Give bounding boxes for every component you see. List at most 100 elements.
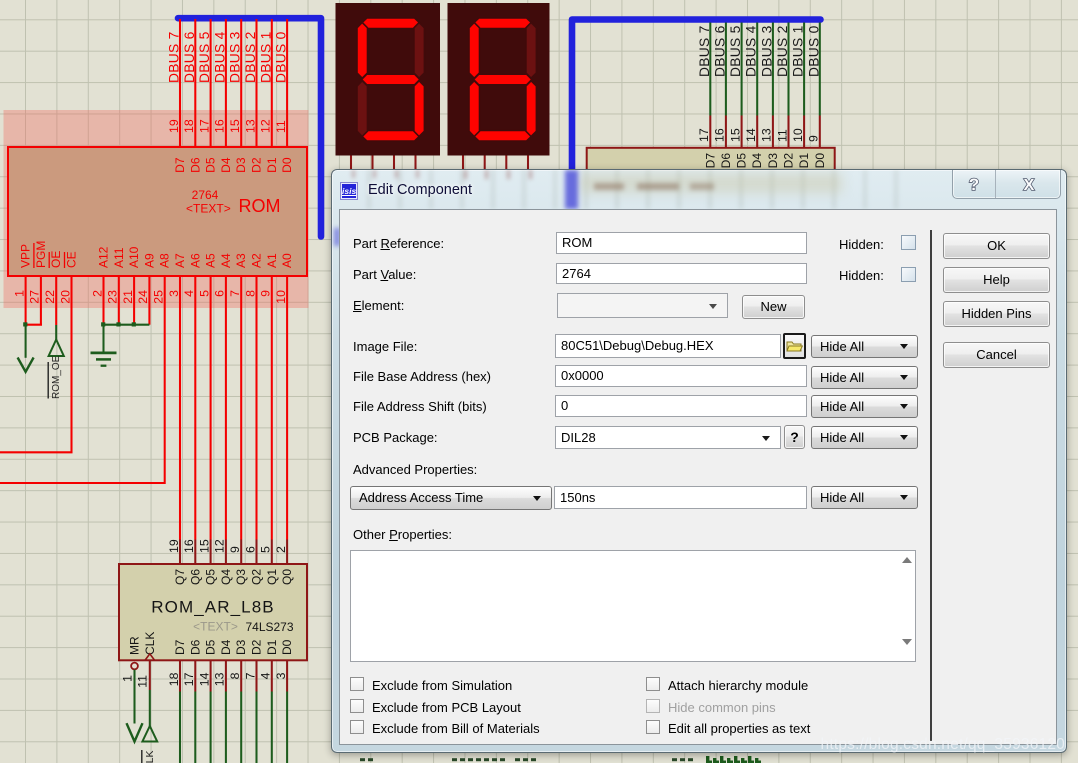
svg-text:16: 16 <box>213 119 227 133</box>
svg-text:DBUS 4: DBUS 4 <box>744 25 759 77</box>
svg-text:DBUS 6: DBUS 6 <box>712 25 727 77</box>
svg-text:6: 6 <box>243 546 257 553</box>
svg-text:D6: D6 <box>719 153 733 169</box>
svg-text:20: 20 <box>58 290 72 304</box>
svg-text:10: 10 <box>274 290 288 304</box>
svg-text:17: 17 <box>697 128 711 142</box>
svg-text:Q4: Q4 <box>219 569 233 585</box>
svg-text:D2: D2 <box>250 157 264 173</box>
svg-text:DBUS 0: DBUS 0 <box>274 31 289 83</box>
svg-text:DBUS 1: DBUS 1 <box>791 25 806 77</box>
svg-text:OE: OE <box>49 251 63 268</box>
svg-text:D7: D7 <box>703 153 717 169</box>
svg-text:ROM_AR_L8B: ROM_AR_L8B <box>151 598 274 617</box>
svg-text:14: 14 <box>197 672 211 686</box>
svg-text:DBUS 7: DBUS 7 <box>697 25 712 77</box>
svg-text:8: 8 <box>228 672 242 679</box>
svg-text:18: 18 <box>167 672 181 686</box>
svg-text:D1: D1 <box>265 639 279 655</box>
svg-text:A9: A9 <box>142 253 156 268</box>
svg-text:DBUS 5: DBUS 5 <box>728 25 743 77</box>
svg-text:A4: A4 <box>219 253 233 268</box>
svg-text:D0: D0 <box>280 157 294 173</box>
svg-text:9: 9 <box>228 546 242 553</box>
svg-text:12: 12 <box>259 119 273 133</box>
svg-text:DBUS 2: DBUS 2 <box>243 31 258 83</box>
svg-text:24: 24 <box>136 290 150 304</box>
svg-text:DBUS 3: DBUS 3 <box>228 31 243 83</box>
svg-text:15: 15 <box>728 128 742 142</box>
svg-text:11: 11 <box>136 675 150 688</box>
svg-text:ROM_OE: ROM_OE <box>51 355 62 399</box>
svg-text:23: 23 <box>106 290 120 304</box>
svg-text:D1: D1 <box>265 157 279 173</box>
svg-text:Q7: Q7 <box>173 569 187 585</box>
svg-text:19: 19 <box>167 539 181 553</box>
svg-text:14: 14 <box>744 128 758 142</box>
svg-text:DBUS 3: DBUS 3 <box>759 25 774 77</box>
svg-text:DBUS 1: DBUS 1 <box>258 31 273 83</box>
svg-text:A12: A12 <box>97 246 111 268</box>
svg-text:Q6: Q6 <box>188 569 202 585</box>
svg-text:D0: D0 <box>280 639 294 655</box>
svg-text:D0: D0 <box>813 153 827 169</box>
svg-text:9: 9 <box>259 290 273 297</box>
svg-text:A3: A3 <box>234 253 248 268</box>
svg-text:Q2: Q2 <box>250 569 264 585</box>
svg-text:D4: D4 <box>750 153 764 169</box>
svg-text:15: 15 <box>228 119 242 133</box>
svg-text:10: 10 <box>791 128 805 142</box>
svg-text:MR: MR <box>128 636 142 655</box>
svg-text:D4: D4 <box>219 639 233 655</box>
svg-text:A10: A10 <box>127 246 141 268</box>
svg-text:27: 27 <box>28 290 42 304</box>
svg-text:19: 19 <box>167 119 181 133</box>
svg-text:11: 11 <box>274 120 288 133</box>
svg-text:7: 7 <box>228 290 242 297</box>
svg-text:D3: D3 <box>234 639 248 655</box>
svg-text:3: 3 <box>274 672 288 679</box>
svg-text:A8: A8 <box>158 253 172 268</box>
svg-text:D5: D5 <box>204 157 218 173</box>
svg-text:D7: D7 <box>173 639 187 655</box>
svg-text:21: 21 <box>121 290 135 304</box>
svg-text:CE: CE <box>65 251 79 268</box>
svg-text:ROM_CLK: ROM_CLK <box>144 751 156 763</box>
svg-text:4: 4 <box>259 672 273 679</box>
svg-text:D3: D3 <box>766 153 780 169</box>
svg-text:DBUS 6: DBUS 6 <box>182 31 197 83</box>
svg-text:DBUS 5: DBUS 5 <box>197 31 212 83</box>
svg-text:D6: D6 <box>188 157 202 173</box>
svg-text:D2: D2 <box>250 639 264 655</box>
svg-text:16: 16 <box>182 539 196 553</box>
svg-text:7: 7 <box>243 672 257 679</box>
svg-text:A11: A11 <box>112 247 126 268</box>
svg-text:?: ? <box>969 175 979 194</box>
svg-text:17: 17 <box>182 672 196 686</box>
svg-text:13: 13 <box>243 119 257 133</box>
svg-text:D4: D4 <box>219 157 233 173</box>
svg-text:A6: A6 <box>188 253 202 268</box>
svg-text:DBUS 2: DBUS 2 <box>775 25 790 77</box>
svg-text:D5: D5 <box>204 639 218 655</box>
svg-text:16: 16 <box>713 128 727 142</box>
svg-text:Q1: Q1 <box>265 569 279 585</box>
svg-text:DBUS 0: DBUS 0 <box>806 25 821 77</box>
svg-text:9: 9 <box>807 135 821 142</box>
svg-text:15: 15 <box>197 539 211 553</box>
svg-text:D5: D5 <box>735 153 749 169</box>
svg-text:6: 6 <box>213 290 227 297</box>
svg-text:2: 2 <box>90 290 104 297</box>
svg-text:74LS273: 74LS273 <box>245 620 293 634</box>
svg-text:<TEXT>: <TEXT> <box>186 202 231 216</box>
svg-text:5: 5 <box>197 290 211 297</box>
svg-text:VPP: VPP <box>19 244 33 268</box>
svg-text:Q3: Q3 <box>234 569 248 585</box>
svg-text:Q0: Q0 <box>280 569 294 585</box>
svg-text:D7: D7 <box>173 157 187 173</box>
svg-text:4: 4 <box>182 290 196 297</box>
svg-text:X: X <box>1024 177 1035 194</box>
svg-text:12: 12 <box>213 539 227 553</box>
svg-text:ROM: ROM <box>239 196 281 216</box>
svg-text:A2: A2 <box>250 253 264 268</box>
